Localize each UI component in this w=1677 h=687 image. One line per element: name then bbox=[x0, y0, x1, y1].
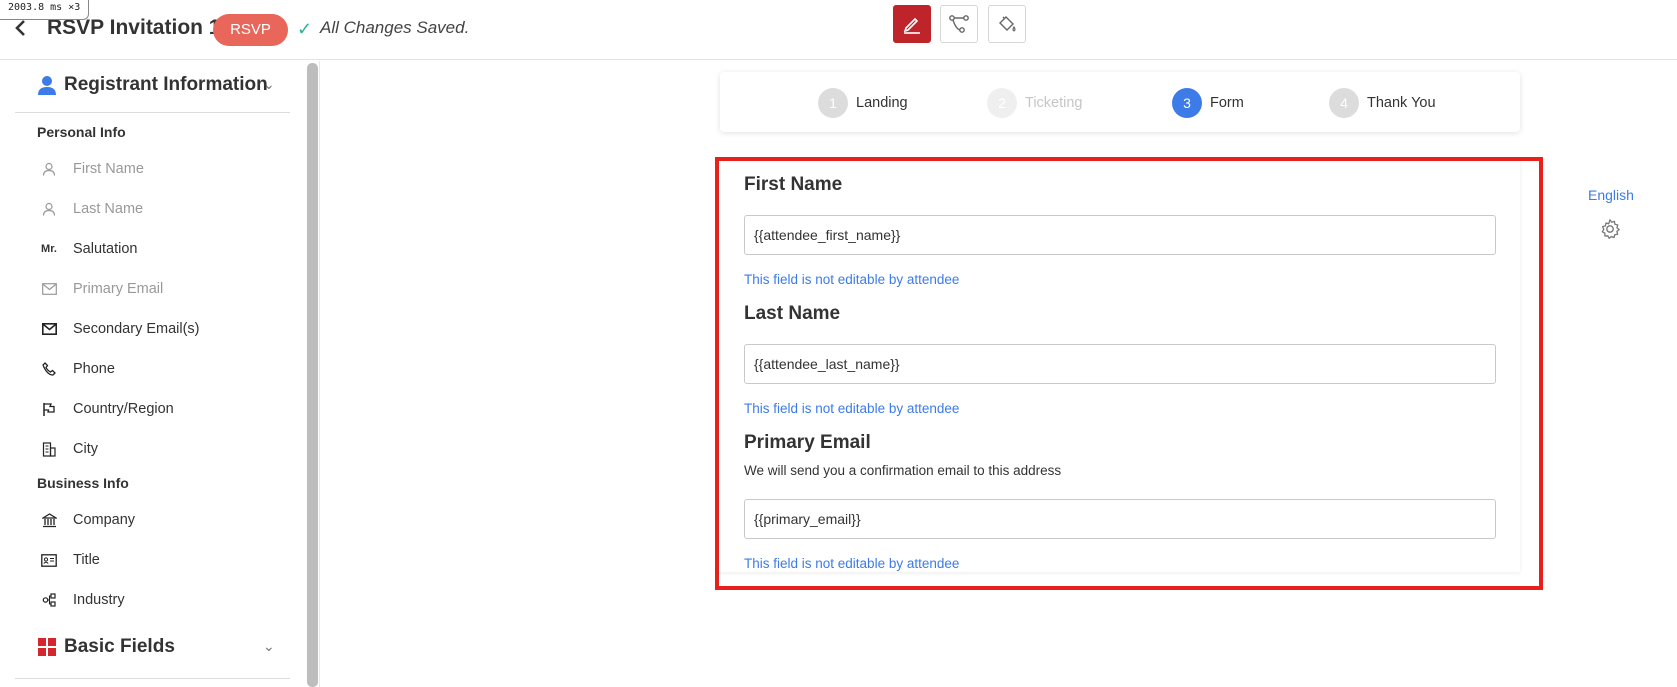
primary-email-note: This field is not editable by attendee bbox=[744, 556, 960, 571]
sidebar-item-label: City bbox=[73, 441, 98, 457]
last-name-note: This field is not editable by attendee bbox=[744, 401, 960, 416]
back-button[interactable] bbox=[14, 18, 36, 42]
step-number: 4 bbox=[1329, 88, 1359, 118]
step-label: Form bbox=[1210, 95, 1244, 111]
chevron-down-icon: ⌄ bbox=[263, 76, 275, 92]
phone-icon bbox=[38, 358, 60, 380]
sidebar-item-phone[interactable]: Phone bbox=[38, 357, 115, 381]
sidebar-item-company[interactable]: Company bbox=[38, 508, 135, 532]
first-name-field[interactable] bbox=[744, 215, 1496, 255]
divider bbox=[15, 678, 290, 679]
sidebar-item-label: Primary Email bbox=[73, 281, 164, 297]
mail-outline-icon bbox=[38, 278, 60, 300]
sidebar-item-primary-email[interactable]: Primary Email bbox=[38, 277, 163, 301]
paint-bucket-icon bbox=[999, 16, 1016, 32]
chevron-down-icon: ⌄ bbox=[263, 638, 275, 654]
step-thank-you[interactable]: 4 Thank You bbox=[1329, 88, 1436, 118]
step-label: Thank You bbox=[1367, 95, 1436, 111]
step-label: Landing bbox=[856, 95, 908, 111]
sidebar-item-label: Phone bbox=[73, 361, 115, 377]
gear-icon bbox=[1601, 219, 1620, 239]
sidebar-item-label: Secondary Email(s) bbox=[73, 321, 200, 337]
primary-email-description: We will send you a confirmation email to… bbox=[744, 463, 1062, 478]
user-outline-icon bbox=[38, 198, 60, 220]
sidebar-item-label: Company bbox=[73, 512, 136, 528]
section-title: Basic Fields bbox=[64, 636, 175, 657]
industry-icon bbox=[38, 589, 60, 611]
section-basic-fields[interactable]: Basic Fields ⌄ bbox=[38, 634, 275, 660]
perf-ms: 2003.8 bbox=[8, 2, 45, 13]
last-name-field[interactable] bbox=[744, 344, 1496, 384]
sidebar-item-label: Salutation bbox=[73, 241, 138, 257]
step-number: 1 bbox=[818, 88, 848, 118]
section-registrant-information[interactable]: Registrant Information ⌄ bbox=[38, 72, 275, 98]
check-icon: ✓ bbox=[297, 19, 313, 39]
id-card-icon bbox=[38, 549, 60, 571]
flow-button[interactable] bbox=[940, 5, 978, 43]
performance-badge: 2003.8 ms ×3 bbox=[0, 0, 90, 20]
sidebar-item-city[interactable]: City bbox=[38, 437, 98, 461]
group-personal-info: Personal Info bbox=[37, 124, 126, 140]
step-navigation: 1 Landing 2 Ticketing 3 Form 4 Thank You bbox=[720, 72, 1520, 132]
perf-unit: ms ×3 bbox=[50, 2, 81, 13]
step-label: Ticketing bbox=[1025, 95, 1083, 111]
top-bar: RSVP Invitation 1 RSVP ✓ All Changes Sav… bbox=[0, 0, 1677, 60]
edit-pen-icon bbox=[903, 17, 920, 34]
sidebar-item-label: Industry bbox=[73, 592, 125, 608]
sidebar-item-label: First Name bbox=[73, 161, 144, 177]
edit-mode-button[interactable] bbox=[893, 5, 931, 43]
primary-email-label: Primary Email bbox=[744, 432, 871, 453]
last-name-label: Last Name bbox=[744, 303, 841, 324]
sidebar-item-country-region[interactable]: Country/Region bbox=[38, 397, 174, 421]
sidebar-edge bbox=[319, 61, 320, 687]
user-outline-icon bbox=[38, 158, 60, 180]
step-landing[interactable]: 1 Landing bbox=[818, 88, 908, 118]
first-name-label: First Name bbox=[744, 174, 843, 195]
primary-email-field[interactable] bbox=[744, 499, 1496, 539]
sidebar-item-title[interactable]: Title bbox=[38, 548, 100, 572]
style-button[interactable] bbox=[988, 5, 1026, 43]
sidebar-item-salutation[interactable]: Mr. Salutation bbox=[38, 237, 138, 261]
step-ticketing[interactable]: 2 Ticketing bbox=[987, 88, 1082, 118]
sidebar-item-secondary-emails[interactable]: Secondary Email(s) bbox=[38, 317, 200, 341]
sidebar-item-label: Last Name bbox=[73, 201, 144, 217]
language-selector[interactable]: English bbox=[1588, 187, 1634, 203]
bank-icon bbox=[38, 509, 60, 531]
user-icon bbox=[38, 76, 56, 95]
chevron-left-icon bbox=[15, 20, 25, 36]
sidebar-item-label: Country/Region bbox=[73, 401, 174, 417]
mail-icon bbox=[38, 318, 60, 340]
sidebar-scrollbar[interactable] bbox=[307, 63, 318, 687]
building-icon bbox=[38, 438, 60, 460]
step-form[interactable]: 3 Form bbox=[1172, 88, 1244, 118]
section-title: Registrant Information bbox=[64, 74, 268, 95]
divider bbox=[15, 112, 290, 113]
settings-button[interactable] bbox=[1599, 218, 1621, 240]
sidebar-item-industry[interactable]: Industry bbox=[38, 588, 125, 612]
salutation-icon: Mr. bbox=[41, 243, 57, 255]
sidebar-item-first-name[interactable]: First Name bbox=[38, 157, 144, 181]
grid-icon bbox=[38, 638, 56, 656]
flow-icon bbox=[949, 15, 969, 33]
group-business-info: Business Info bbox=[37, 475, 129, 491]
flag-icon bbox=[38, 398, 60, 420]
field-sidebar: Registrant Information ⌄ Personal Info F… bbox=[0, 61, 318, 687]
sidebar-item-last-name[interactable]: Last Name bbox=[38, 197, 143, 221]
rsvp-badge: RSVP bbox=[213, 14, 288, 46]
sidebar-item-label: Title bbox=[73, 552, 100, 568]
step-number: 3 bbox=[1172, 88, 1202, 118]
save-status: All Changes Saved. bbox=[320, 18, 470, 37]
step-number: 2 bbox=[987, 88, 1017, 118]
first-name-note: This field is not editable by attendee bbox=[744, 272, 960, 287]
